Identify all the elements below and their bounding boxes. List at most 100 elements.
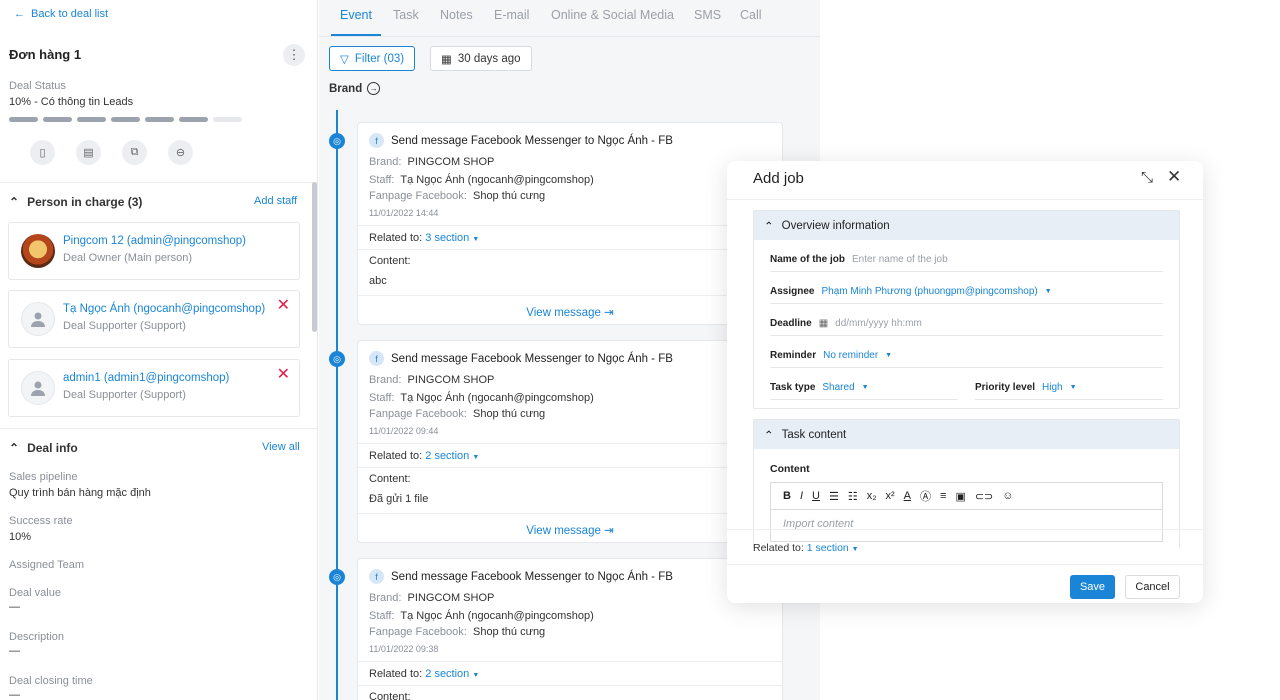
back-to-deal-list-link[interactable]: ← Back to deal list [14,8,108,20]
image-icon[interactable]: ▣ [955,490,965,503]
divider [727,564,1203,565]
progress-step[interactable] [43,117,72,122]
underline-icon[interactable]: U [812,490,820,502]
event-title: Send message Facebook Messenger to Ngọc … [391,352,673,365]
timeline-line [336,110,338,700]
related-to[interactable]: Related to: 2 section ▼ [369,668,479,680]
transfer-icon[interactable]: ⧉ [122,140,147,165]
view-all-link[interactable]: View all [262,441,300,453]
person-name[interactable]: Tạ Ngọc Ánh (ngocanh@pingcomshop) [63,303,265,315]
remove-icon[interactable]: ✕ [277,298,290,314]
priority-label: Priority level [975,382,1036,393]
job-name-input[interactable]: Enter name of the job [852,254,948,265]
job-name-field[interactable]: Name of the job Enter name of the job [770,248,1163,272]
person-name[interactable]: admin1 (admin1@pingcomshop) [63,372,229,384]
person-in-charge-title: Person in charge (3) [27,195,143,209]
editor-toolbar: B I U ☰ ☷ x₂ x² A Ⓐ ≡ ▣ ⊂⊃ ☺ [771,483,1162,510]
divider [358,443,782,444]
tab-notes[interactable]: Notes [440,8,473,22]
person-in-charge-header[interactable]: ⌃ Person in charge (3) [9,195,142,209]
deal-info-title: Deal info [27,441,78,455]
caret-down-icon: ▼ [1044,288,1052,295]
bullet-list-icon[interactable]: ☷ [848,490,858,503]
event-card: f Send message Facebook Messenger to Ngọ… [357,558,783,700]
assignee-select[interactable]: Phạm Minh Phương (phuongpm@pingcomshop) [821,286,1037,297]
tab-event[interactable]: Event [340,8,372,22]
event-fanpage: Fanpage Facebook: Shop thú cưng [369,190,546,202]
divider [358,295,782,296]
tab-online-social[interactable]: Online & Social Media [551,8,674,22]
progress-step[interactable] [213,117,242,122]
person-card[interactable]: Tạ Ngọc Ánh (ngocanh@pingcomshop) Deal S… [8,290,300,348]
more-options-icon[interactable]: ⋮ [283,44,305,66]
divider [727,529,1203,530]
content-label: Content: [369,691,411,700]
font-color-icon[interactable]: A [904,490,911,502]
job-name-label: Name of the job [770,254,846,265]
convert-icon[interactable]: ⊖ [168,140,193,165]
progress-step[interactable] [179,117,208,122]
task-content-header[interactable]: ⌃ Task content [754,420,1179,449]
close-icon[interactable]: ✕ [1167,167,1181,187]
event-brand: Brand: PINGCOM SHOP [369,156,495,168]
emoji-icon[interactable]: ☺ [1002,490,1013,502]
tab-sms[interactable]: SMS [694,8,721,22]
minimize-icon[interactable]: ⤡ [1141,169,1153,186]
related-to[interactable]: Related to: 1 section ▼ [753,542,859,554]
note-icon[interactable]: ▤ [76,140,101,165]
view-message-link[interactable]: View message ⇥ [358,523,782,537]
italic-icon[interactable]: I [800,490,803,502]
subscript-icon[interactable]: x₂ [867,490,877,502]
bold-icon[interactable]: B [783,490,791,502]
content-label: Content: [369,255,411,267]
progress-step[interactable] [9,117,38,122]
related-to[interactable]: Related to: 3 section ▼ [369,232,479,244]
deadline-input[interactable]: dd/mm/yyyy hh:mm [835,318,922,329]
person-name[interactable]: Pingcom 12 (admin@pingcomshop) [63,235,246,247]
reminder-select[interactable]: No reminder [823,350,878,361]
brand-filter[interactable]: Brand → [329,82,381,95]
progress-step[interactable] [111,117,140,122]
progress-step[interactable] [77,117,106,122]
caret-down-icon: ▼ [1069,384,1077,391]
divider [358,467,782,468]
align-icon[interactable]: ≡ [940,490,946,502]
deadline-field[interactable]: Deadline ▦ dd/mm/yyyy hh:mm [770,312,1163,336]
superscript-icon[interactable]: x² [886,490,895,502]
info-value: — [9,645,20,657]
link-icon[interactable]: ⊂⊃ [975,490,993,503]
calendar-icon: ▦ [441,53,452,66]
deal-progress [9,117,242,122]
scrollbar[interactable] [312,182,317,332]
filter-button[interactable]: ▽ Filter (03) [329,46,416,71]
view-message-link[interactable]: View message ⇥ [358,305,782,319]
task-type-field[interactable]: Task type Shared ▼ [770,376,958,400]
add-staff-link[interactable]: Add staff [254,195,297,207]
person-card[interactable]: Pingcom 12 (admin@pingcomshop) Deal Owne… [8,222,300,280]
facebook-icon: f [369,569,384,584]
assignee-field[interactable]: Assignee Phạm Minh Phương (phuongpm@ping… [770,280,1163,304]
tab-task[interactable]: Task [393,8,419,22]
deal-info-header[interactable]: ⌃ Deal info [9,441,78,455]
phone-icon[interactable]: ▯ [30,140,55,165]
save-button[interactable]: Save [1070,575,1115,599]
content-label: Content: [369,473,411,485]
date-range-button[interactable]: ▦ 30 days ago [430,46,532,71]
person-card[interactable]: admin1 (admin1@pingcomshop) Deal Support… [8,359,300,417]
event-brand: Brand: PINGCOM SHOP [369,592,495,604]
related-to[interactable]: Related to: 2 section ▼ [369,450,479,462]
reminder-field[interactable]: Reminder No reminder ▼ [770,344,1163,368]
overview-section-header[interactable]: ⌃ Overview information [754,211,1179,240]
tab-call[interactable]: Call [740,8,762,22]
priority-select[interactable]: High [1042,382,1063,393]
deadline-label: Deadline [770,318,812,329]
progress-step[interactable] [145,117,174,122]
ordered-list-icon[interactable]: ☰ [829,490,839,503]
tab-email[interactable]: E-mail [494,8,529,22]
remove-icon[interactable]: ✕ [277,367,290,383]
highlight-icon[interactable]: Ⓐ [920,488,931,504]
task-type-select[interactable]: Shared [822,382,854,393]
content-editor[interactable]: B I U ☰ ☷ x₂ x² A Ⓐ ≡ ▣ ⊂⊃ ☺ Import cont… [770,482,1163,542]
cancel-button[interactable]: Cancel [1125,575,1180,599]
priority-field[interactable]: Priority level High ▼ [975,376,1163,400]
